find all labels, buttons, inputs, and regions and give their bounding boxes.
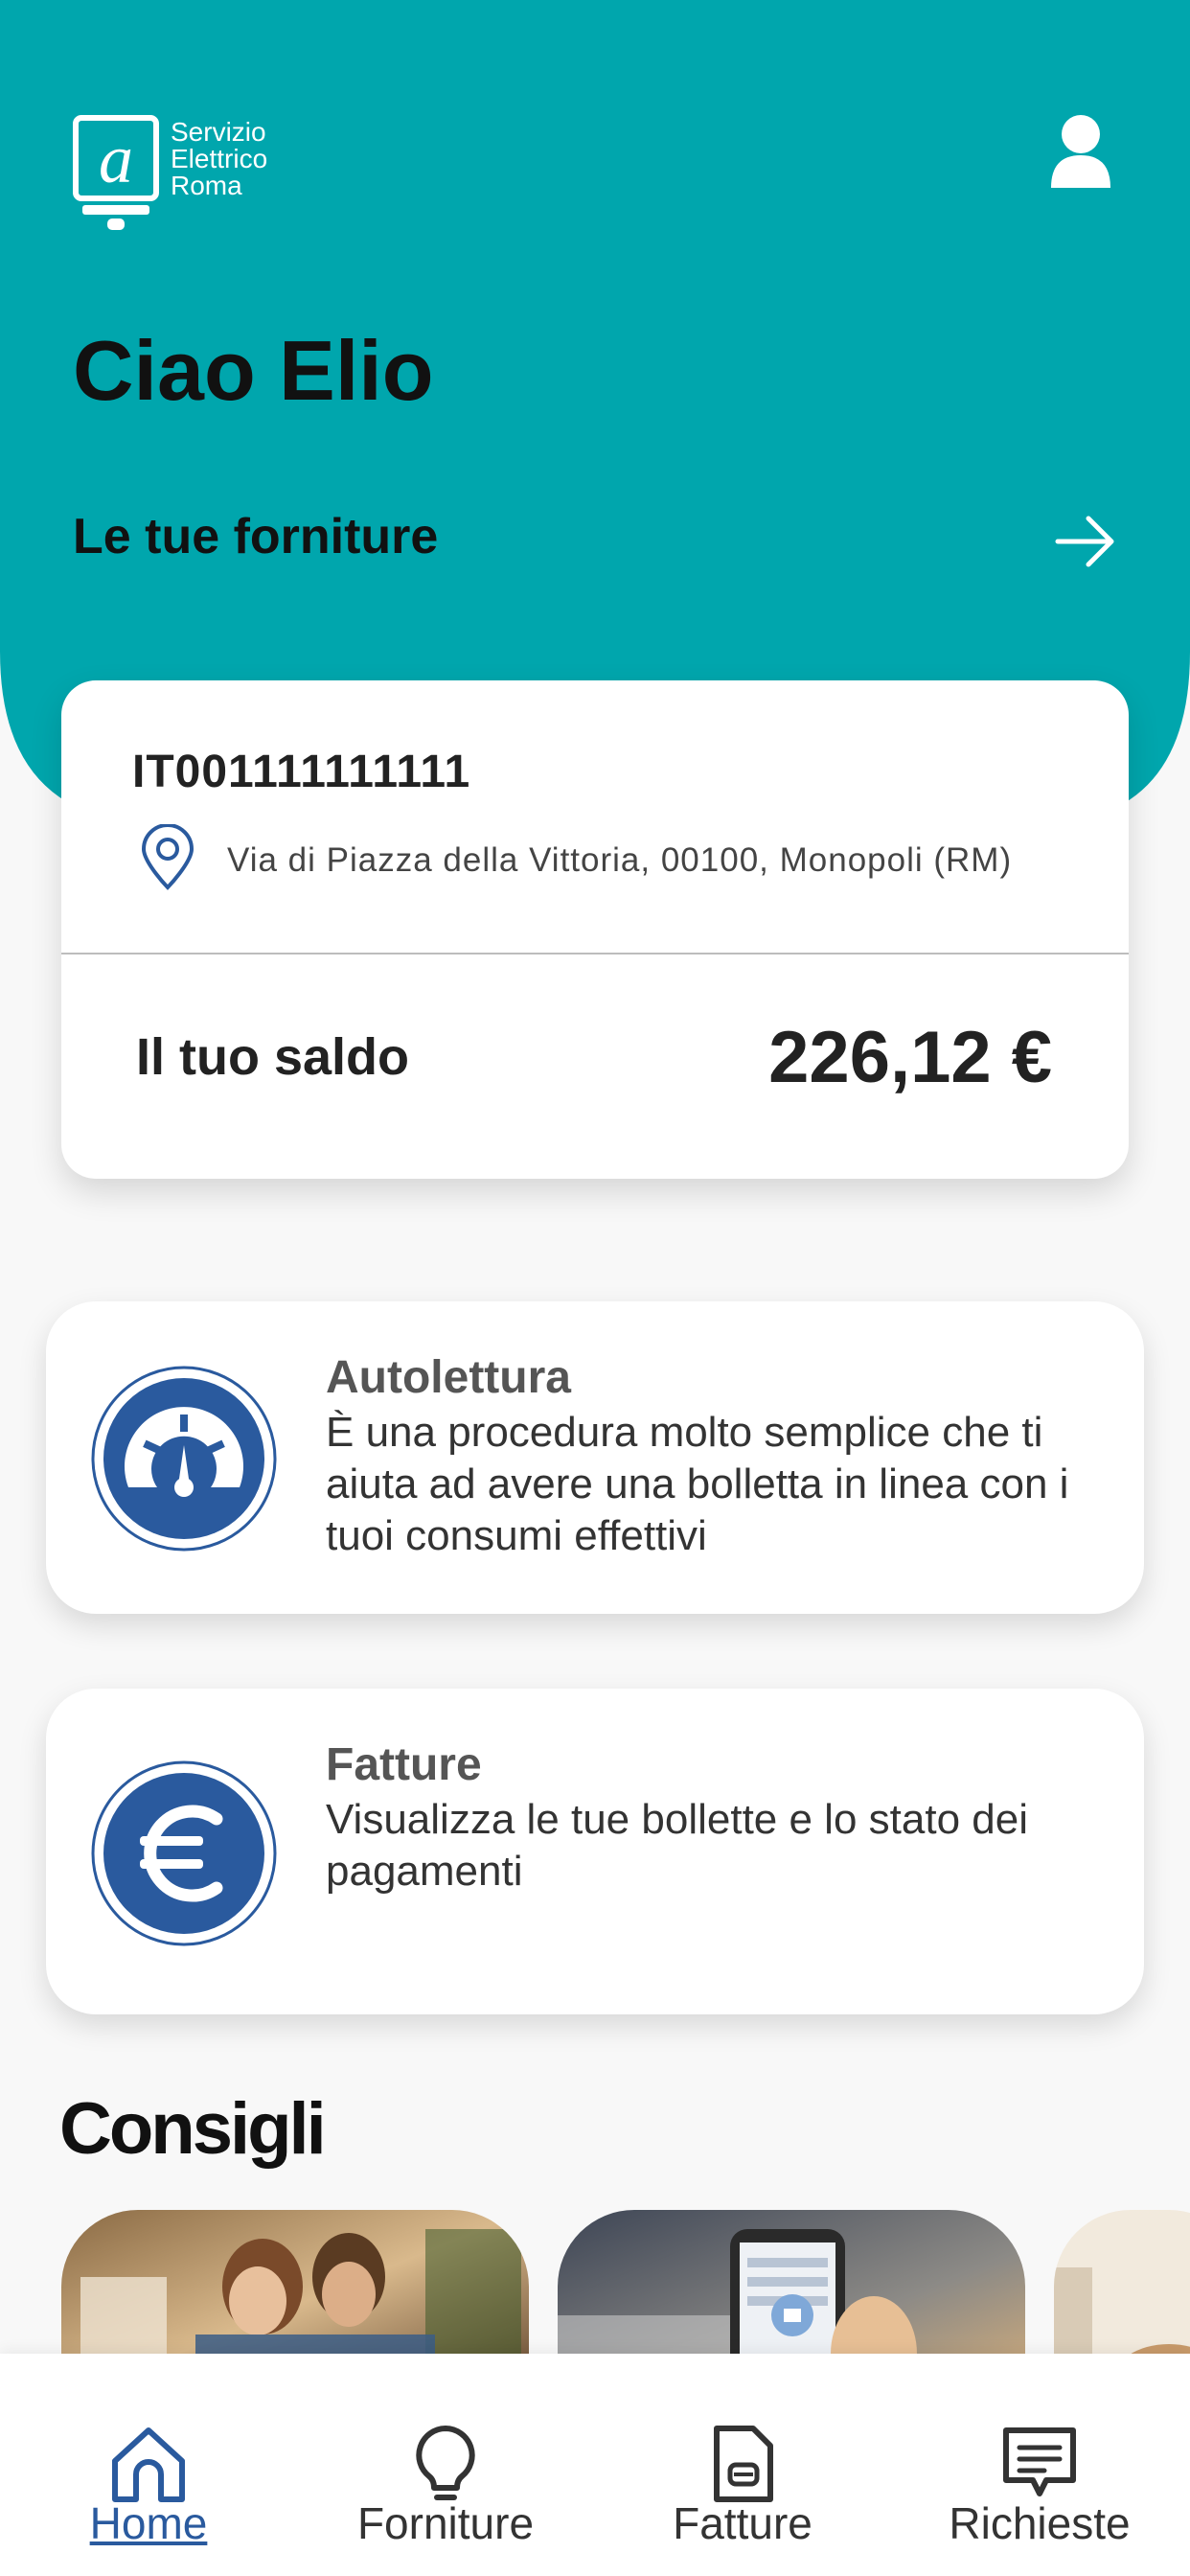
bottom-navigation: Home Forniture Fatture Richieste bbox=[0, 2354, 1190, 2576]
brand-logo: a Servizio Elettrico Roma bbox=[73, 115, 267, 235]
brand-name: Servizio Elettrico Roma bbox=[171, 119, 267, 199]
document-icon bbox=[714, 2426, 773, 2502]
svg-text:a: a bbox=[99, 121, 133, 197]
balance-value: 226,12 € bbox=[768, 1017, 1052, 1098]
euro-icon bbox=[91, 1760, 277, 1946]
brand-line-1: Servizio bbox=[171, 117, 266, 147]
invoices-card[interactable]: Fatture Visualizza le tue bollette e lo … bbox=[46, 1689, 1144, 2014]
pod-code: IT001111111111 bbox=[132, 747, 471, 797]
nav-label: Home bbox=[89, 2498, 208, 2548]
location-pin-icon bbox=[141, 824, 195, 890]
self-reading-card[interactable]: Autolettura È una procedura molto sempli… bbox=[46, 1301, 1144, 1614]
brand-line-3: Roma bbox=[171, 171, 242, 200]
supplies-link[interactable]: Le tue forniture bbox=[73, 508, 438, 565]
balance-label: Il tuo saldo bbox=[136, 1028, 410, 1086]
feature-title: Autolettura bbox=[326, 1352, 571, 1403]
greeting-title: Ciao Elio bbox=[73, 323, 434, 418]
nav-item-home[interactable]: Home bbox=[0, 2354, 297, 2576]
profile-icon[interactable] bbox=[1049, 113, 1112, 190]
nav-label: Forniture bbox=[356, 2498, 535, 2548]
supply-card[interactable]: IT001111111111 Via di Piazza della Vitto… bbox=[61, 680, 1129, 1179]
feature-title: Fatture bbox=[326, 1739, 482, 1790]
nav-label: Richieste bbox=[949, 2498, 1131, 2548]
logo-icon: a bbox=[73, 115, 159, 230]
nav-item-requests[interactable]: Richieste bbox=[891, 2354, 1188, 2576]
brand-line-2: Elettrico bbox=[171, 144, 268, 173]
chat-icon bbox=[1003, 2427, 1076, 2496]
card-divider bbox=[61, 953, 1129, 954]
nav-item-invoices[interactable]: Fatture bbox=[594, 2354, 891, 2576]
arrow-right-icon[interactable] bbox=[1054, 513, 1117, 570]
supply-address: Via di Piazza della Vittoria, 00100, Mon… bbox=[227, 841, 1013, 879]
feature-description: Visualizza le tue bollette e lo stato de… bbox=[326, 1796, 1028, 1895]
lightbulb-icon bbox=[416, 2426, 475, 2500]
gauge-icon bbox=[91, 1366, 277, 1552]
home-icon bbox=[112, 2427, 185, 2502]
feature-description: È una procedura molto semplice che ti ai… bbox=[326, 1409, 1069, 1559]
nav-label: Fatture bbox=[673, 2498, 812, 2548]
tips-section-title: Consigli bbox=[59, 2088, 327, 2170]
nav-item-supplies[interactable]: Forniture bbox=[297, 2354, 594, 2576]
